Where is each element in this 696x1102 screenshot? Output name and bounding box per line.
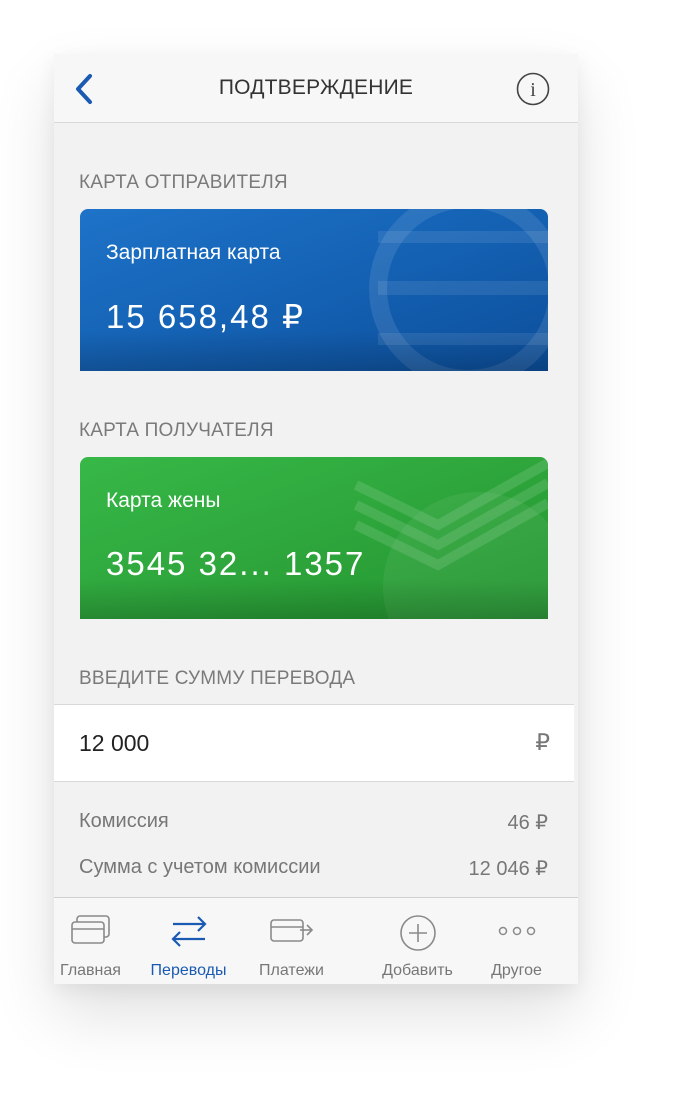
phone-screen: ПОДТВЕРЖДЕНИЕ i КАРТА ОТПРАВИТЕЛЯ Зарпла…	[54, 54, 578, 984]
sender-card-name: Зарплатная карта	[106, 241, 281, 264]
recipient-card-number: 3545 32... 1357	[106, 545, 366, 582]
card-fade	[80, 579, 548, 619]
commission-row: Комиссия 46 ₽	[79, 810, 548, 834]
tab-label: Платежи	[259, 962, 324, 979]
commission-label: Комиссия	[79, 810, 169, 832]
sender-section-label: КАРТА ОТПРАВИТЕЛЯ	[79, 172, 288, 193]
total-label: Сумма с учетом комиссии	[79, 856, 321, 878]
amount-input[interactable]: 12 000 ₽	[54, 704, 574, 782]
tab-transfers[interactable]: Переводы	[136, 898, 241, 984]
transfer-arrows-icon	[170, 916, 207, 947]
page-title: ПОДТВЕРЖДЕНИЕ	[218, 76, 414, 99]
commission-value: 46 ₽	[507, 812, 548, 834]
plus-circle-icon	[399, 915, 436, 951]
info-button[interactable]: i	[516, 72, 550, 106]
card-arrow-icon	[269, 919, 313, 942]
cards-icon	[70, 915, 110, 944]
recipient-card-name: Карта жены	[106, 489, 221, 512]
recipient-section-label: КАРТА ПОЛУЧАТЕЛЯ	[79, 420, 274, 441]
tab-label: Другое	[491, 962, 542, 979]
total-row: Сумма с учетом комиссии 12 046 ₽	[79, 856, 548, 880]
recipient-card[interactable]: Карта жены 3545 32... 1357	[80, 457, 548, 619]
tab-other[interactable]: Другое	[464, 898, 569, 984]
tab-label: Переводы	[150, 962, 227, 979]
more-dots-icon	[498, 926, 535, 936]
ruble-sign: ₽	[535, 729, 550, 755]
tab-main[interactable]: Главная	[54, 898, 143, 984]
svg-text:i: i	[530, 79, 536, 101]
tab-payments[interactable]: Платежи	[239, 898, 344, 984]
amount-value: 12 000	[79, 730, 150, 756]
sender-card[interactable]: Зарплатная карта 15 658,48 ₽	[80, 209, 548, 371]
total-value: 12 046 ₽	[468, 858, 548, 880]
tab-label: Главная	[60, 962, 121, 979]
card-fade	[80, 331, 548, 371]
info-icon: i	[516, 72, 550, 106]
section-background	[54, 619, 578, 704]
amount-section-label: ВВЕДИТЕ СУММУ ПЕРЕВОДА	[79, 668, 356, 689]
tab-bar: Главная Переводы Платежи Добавить Другое	[54, 897, 578, 984]
tab-label: Добавить	[382, 962, 453, 979]
navigation-bar: ПОДТВЕРЖДЕНИЕ i	[54, 54, 578, 123]
tab-add[interactable]: Добавить	[365, 898, 470, 984]
